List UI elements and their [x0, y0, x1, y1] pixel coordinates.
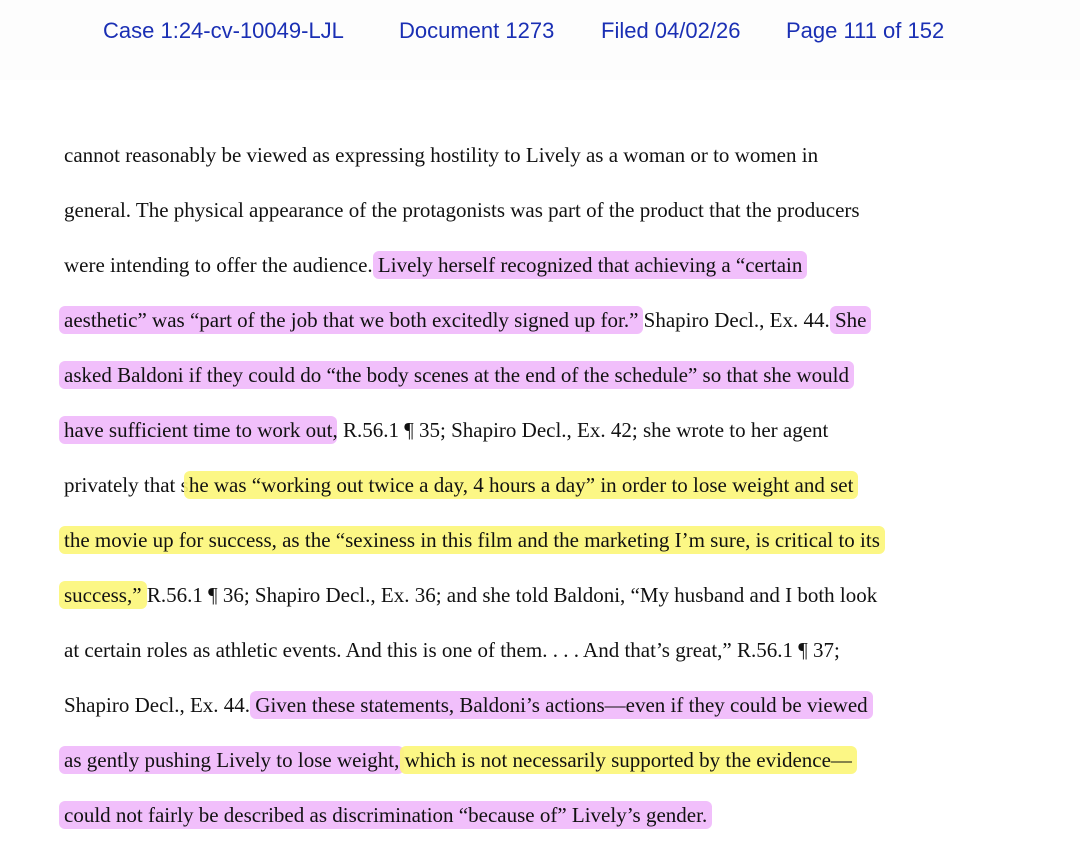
pink-highlight: as gently pushing Lively to lose weight,	[59, 746, 405, 774]
text-line: success,” R.56.1 ¶ 36; Shapiro Decl., Ex…	[59, 580, 878, 610]
document-number: Document 1273	[399, 18, 555, 43]
case-number: Case 1:24-cv-10049-LJL	[103, 18, 344, 43]
text-line: have sufficient time to work out, R.56.1…	[59, 415, 829, 445]
text-run: were intending to offer the audience.	[64, 253, 378, 277]
yellow-highlight: the movie up for success, as the “sexine…	[59, 526, 885, 554]
text-line: cannot reasonably be viewed as expressin…	[64, 140, 818, 170]
text-run: general. The physical appearance of the …	[64, 198, 860, 222]
text-line: as gently pushing Lively to lose weight,…	[59, 745, 857, 775]
text-run: Shapiro Decl., Ex. 44.	[638, 308, 835, 332]
text-line: asked Baldoni if they could do “the body…	[59, 360, 854, 390]
pink-highlight: could not fairly be described as discrim…	[59, 801, 713, 829]
text-run: , R.56.1 ¶ 35; Shapiro Decl., Ex. 42; sh…	[332, 418, 829, 442]
text-line: privately that she was “working out twic…	[64, 470, 859, 500]
text-run: Shapiro Decl., Ex. 44.	[64, 693, 256, 717]
text-line: could not fairly be described as discrim…	[59, 800, 713, 830]
yellow-highlight: success,”	[59, 581, 147, 609]
pink-highlight: Lively herself recognized that achieving…	[372, 251, 808, 279]
yellow-highlight: he was “working out twice a day, 4 hours…	[183, 471, 859, 499]
text-line: general. The physical appearance of the …	[64, 195, 860, 225]
text-line: aesthetic” was “part of the job that we …	[59, 305, 872, 335]
pink-highlight: Given these statements, Baldoni’s action…	[250, 691, 873, 719]
pink-highlight: aesthetic” was “part of the job that we …	[59, 306, 644, 334]
text-line: at certain roles as athletic events. And…	[64, 635, 840, 665]
yellow-highlight: which is not necessarily supported by th…	[399, 746, 857, 774]
text-line: Shapiro Decl., Ex. 44. Given these state…	[64, 690, 873, 720]
pink-highlight: have sufficient time to work out	[59, 416, 338, 444]
text-line: were intending to offer the audience. Li…	[64, 250, 808, 280]
page-number: Page 111 of 152	[786, 18, 945, 43]
pink-highlight: She	[829, 306, 872, 334]
text-run: at certain roles as athletic events. And…	[64, 638, 840, 662]
text-run: R.56.1 ¶ 36; Shapiro Decl., Ex. 36; and …	[141, 583, 878, 607]
text-run: cannot reasonably be viewed as expressin…	[64, 143, 819, 167]
text-line: the movie up for success, as the “sexine…	[59, 525, 885, 555]
pink-highlight: asked Baldoni if they could do “the body…	[59, 361, 854, 389]
filed-date: Filed 04/02/26	[601, 18, 741, 43]
text-run: privately that s	[64, 473, 189, 497]
